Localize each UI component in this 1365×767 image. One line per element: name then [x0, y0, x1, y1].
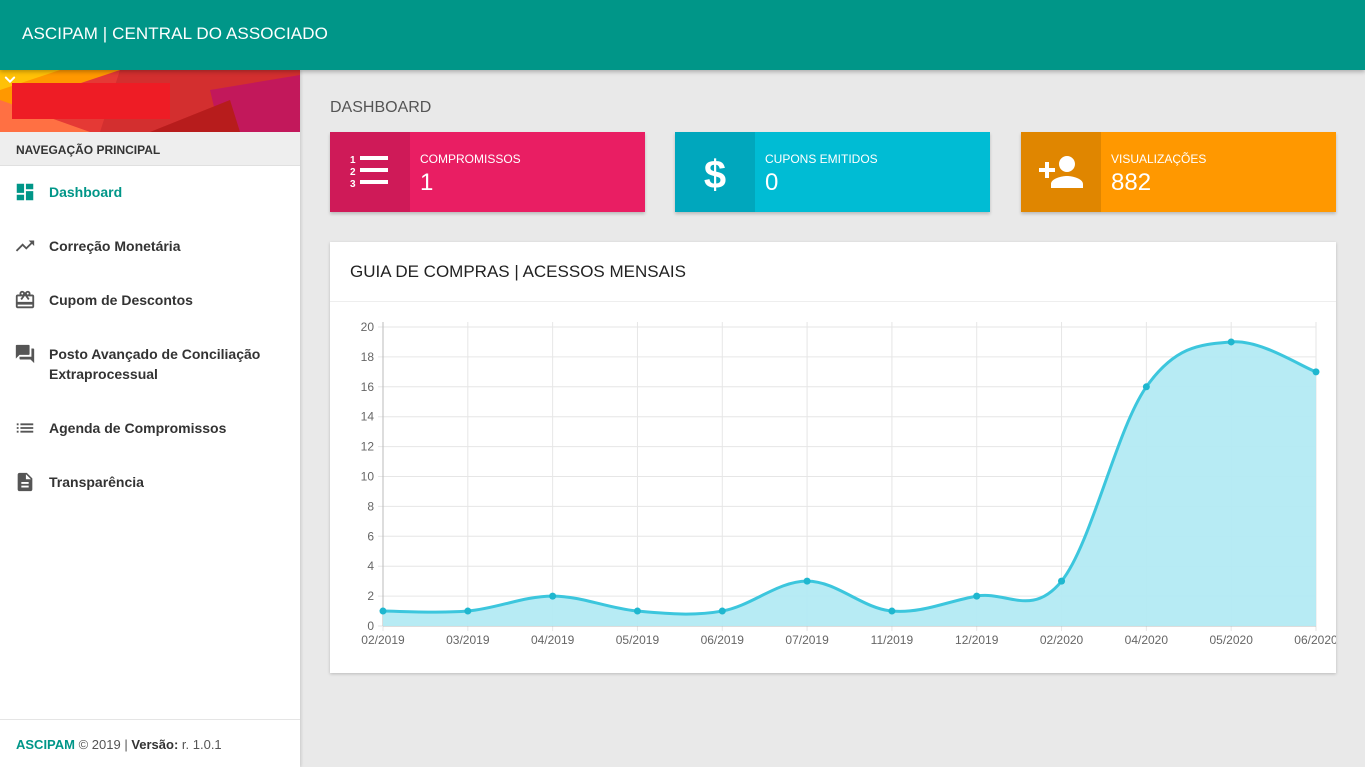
document-icon — [17, 472, 33, 492]
chevron-down-icon[interactable] — [0, 70, 20, 90]
x-tick-label: 07/2019 — [785, 633, 829, 647]
sidebar-item-transparencia[interactable]: Transparência — [0, 471, 300, 501]
trending-up-icon — [15, 240, 35, 252]
info-box-value: 1 — [420, 169, 434, 196]
list-icon — [16, 423, 34, 433]
y-tick-label: 14 — [361, 410, 375, 424]
x-tick-label: 12/2019 — [955, 633, 999, 647]
data-point — [633, 607, 641, 615]
svg-text:3: 3 — [350, 179, 356, 190]
y-tick-label: 20 — [361, 320, 375, 334]
numbered-list-icon: 1 2 3 — [350, 155, 388, 190]
x-tick-label: 04/2019 — [531, 633, 575, 647]
series-area — [383, 341, 1316, 626]
data-point — [718, 607, 726, 615]
info-box-value: 0 — [765, 169, 779, 196]
svg-text:1: 1 — [350, 155, 356, 166]
nav-header: NAVEGAÇÃO PRINCIPAL — [0, 132, 300, 166]
info-box-label: COMPROMISSOS — [420, 152, 521, 166]
data-point — [803, 577, 811, 585]
sidebar-footer: ASCIPAM © 2019 | Versão: r. 1.0.1 — [0, 719, 300, 767]
info-box-value: 882 — [1111, 169, 1152, 196]
info-box-icon-area: $ — [675, 132, 755, 212]
x-tick-label: 02/2020 — [1040, 633, 1084, 647]
person-add-icon — [1039, 156, 1083, 188]
y-tick-label: 12 — [361, 440, 375, 454]
y-tick-label: 10 — [361, 470, 375, 484]
top-app-bar: ASCIPAM | CENTRAL DO ASSOCIADO — [0, 0, 1365, 70]
footer-version: r. 1.0.1 — [178, 737, 222, 752]
gift-card-icon — [15, 290, 35, 309]
info-box-icon-area — [1021, 132, 1101, 212]
data-point — [464, 607, 472, 615]
sidebar-item-label: Agenda de Compromissos — [49, 420, 227, 436]
x-tick-label: 05/2019 — [616, 633, 660, 647]
sidebar-item-label: Cupom de Descontos — [49, 292, 193, 308]
sidebar-item-dashboard[interactable]: Dashboard — [0, 181, 300, 211]
data-point — [379, 607, 387, 615]
footer-version-label: Versão: — [131, 737, 179, 752]
sidebar-item-label: Dashboard — [49, 184, 123, 200]
forum-icon — [15, 344, 35, 364]
page-title: DASHBOARD — [330, 99, 432, 116]
svg-text:$: $ — [704, 153, 726, 196]
x-tick-label: 02/2019 — [361, 633, 405, 647]
info-box-label: CUPONS EMITIDOS — [765, 152, 878, 166]
chart-card: GUIA DE COMPRAS | ACESSOS MENSAIS 0 2 4 6 8 1… — [330, 242, 1336, 673]
data-point — [549, 592, 557, 600]
data-point — [1058, 577, 1066, 585]
y-tick-label: 18 — [361, 350, 375, 364]
sidebar-item-label: Posto Avançado de Conciliação Extraproce… — [49, 346, 261, 382]
dashboard-icon — [16, 183, 34, 201]
user-info-banner — [0, 70, 300, 132]
dollar-icon: $ — [704, 153, 726, 196]
x-tick-label: 04/2020 — [1125, 633, 1169, 647]
sidebar: NAVEGAÇÃO PRINCIPAL Dashboard Correção M… — [0, 70, 300, 767]
y-tick-label: 4 — [367, 559, 374, 573]
x-tick-label: 11/2019 — [871, 633, 914, 647]
data-point — [973, 592, 981, 600]
x-tick-label: 05/2020 — [1209, 633, 1253, 647]
y-tick-label: 0 — [367, 619, 374, 633]
sidebar-item-label: Correção Monetária — [49, 238, 181, 254]
data-point — [1227, 338, 1235, 346]
info-box-visualizacoes[interactable]: VISUALIZAÇÕES 882 — [1021, 132, 1336, 212]
x-tick-label: 06/2020 — [1294, 633, 1336, 647]
footer-copyright: © 2019 | — [74, 737, 132, 752]
sidebar-item-cupom-de-descontos[interactable]: Cupom de Descontos — [0, 289, 300, 319]
x-tick-label: 03/2019 — [446, 633, 490, 647]
sidebar-item-label: Transparência — [49, 474, 144, 490]
user-name-redacted — [12, 83, 170, 119]
chart-card-title: GUIA DE COMPRAS | ACESSOS MENSAIS — [330, 242, 1336, 302]
y-tick-label: 8 — [367, 499, 374, 513]
info-box-compromissos[interactable]: 1 2 3 COMPROMISSOS 1 — [330, 132, 645, 212]
svg-text:2: 2 — [350, 167, 356, 178]
info-box-cupons-emitidos[interactable]: $ CUPONS EMITIDOS 0 — [675, 132, 990, 212]
y-tick-label: 16 — [361, 380, 375, 394]
data-point — [1312, 368, 1320, 376]
data-point — [888, 607, 896, 615]
data-point — [1142, 383, 1150, 391]
y-tick-label: 2 — [367, 589, 374, 603]
info-box-icon-area: 1 2 3 — [330, 132, 410, 212]
x-tick-label: 06/2019 — [701, 633, 745, 647]
sidebar-item-agenda-de-compromissos[interactable]: Agenda de Compromissos — [0, 417, 300, 447]
footer-brand: ASCIPAM — [16, 737, 75, 752]
sidebar-item-posto-avancado[interactable]: Posto Avançado de Conciliação Extraproce… — [0, 343, 300, 393]
app-title: ASCIPAM | CENTRAL DO ASSOCIADO — [22, 24, 328, 43]
info-box-label: VISUALIZAÇÕES — [1111, 152, 1207, 166]
sidebar-item-correcao-monetaria[interactable]: Correção Monetária — [0, 235, 300, 265]
access-chart: 0 2 4 6 8 10 12 14 16 18 20 02/2019 03/2019 04/2019 05… — [361, 320, 1336, 647]
y-tick-label: 6 — [367, 529, 374, 543]
